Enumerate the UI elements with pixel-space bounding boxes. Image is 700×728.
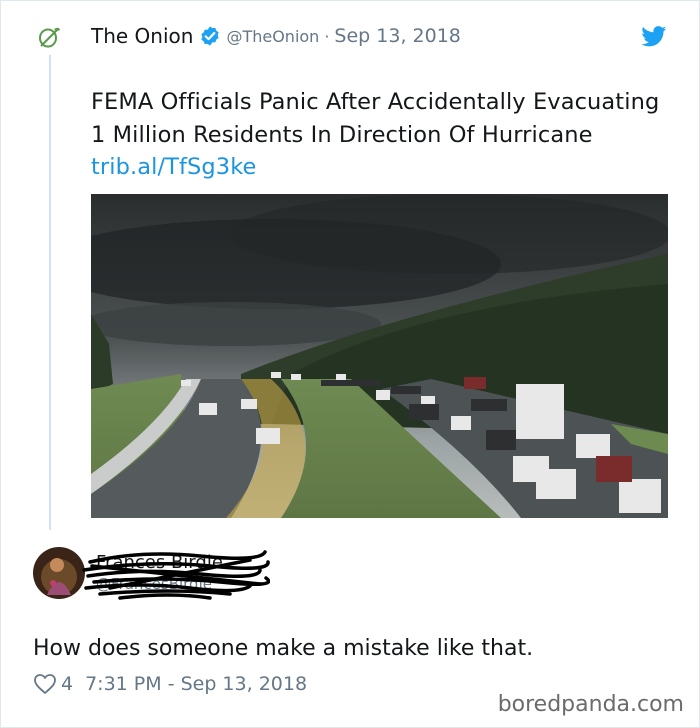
verified-badge-icon xyxy=(201,26,220,46)
onion-logo-icon xyxy=(39,27,60,48)
reply-text: How does someone make a mistake like tha… xyxy=(33,636,534,661)
display-name[interactable]: The Onion xyxy=(91,24,193,48)
tweet-text: FEMA Officials Panic After Accidentally … xyxy=(91,86,661,184)
handle[interactable]: @TheOnion xyxy=(226,27,319,46)
avatar[interactable] xyxy=(33,547,85,599)
reply-meta: 4 7:31 PM - Sep 13, 2018 xyxy=(33,673,307,695)
separator-dot: · xyxy=(324,26,330,46)
heart-icon[interactable] xyxy=(33,673,57,695)
tweet-header: The Onion @TheOnion · Sep 13, 2018 xyxy=(91,22,461,50)
redaction-scribble xyxy=(82,550,270,600)
watermark: boredpanda.com xyxy=(497,692,684,717)
tweet-photo[interactable] xyxy=(91,194,668,518)
thread-line xyxy=(49,55,51,530)
tweet-link[interactable]: trib.al/TfSg3ke xyxy=(91,154,257,180)
tweet-body: FEMA Officials Panic After Accidentally … xyxy=(91,89,660,148)
twitter-bird-icon[interactable] xyxy=(641,26,667,47)
reply-timestamp[interactable]: 7:31 PM - Sep 13, 2018 xyxy=(85,673,307,695)
like-count[interactable]: 4 xyxy=(61,673,73,695)
tweet-date[interactable]: Sep 13, 2018 xyxy=(334,25,460,47)
